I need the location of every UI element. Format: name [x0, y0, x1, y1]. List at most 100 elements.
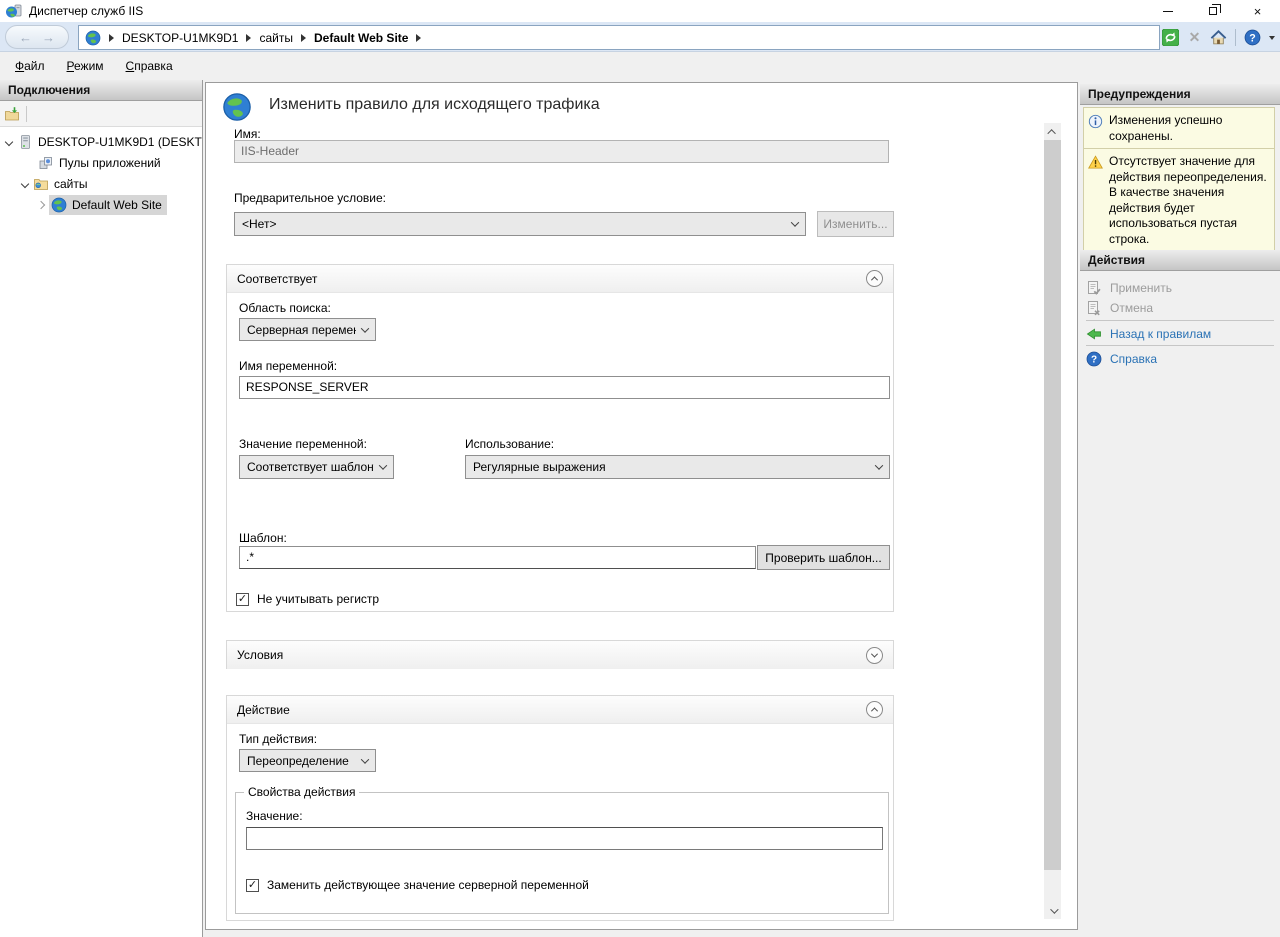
pattern-value: .* [246, 550, 254, 564]
back-to-rules-label: Назад к правилам [1110, 327, 1211, 341]
menu-file[interactable]: Файл [4, 59, 56, 73]
tree-item-label: Default Web Site [72, 198, 162, 212]
scroll-up-button[interactable] [1044, 123, 1061, 140]
info-icon [1088, 114, 1103, 129]
chevron-up-icon [1047, 129, 1055, 137]
back-button[interactable]: ← [19, 31, 32, 44]
forward-button[interactable]: → [42, 31, 55, 44]
action-value-label: Значение: [246, 809, 303, 823]
conditions-section: Условия [226, 640, 894, 669]
breadcrumb-separator-icon [301, 34, 306, 42]
scope-select[interactable]: Серверная переменн [239, 318, 376, 341]
iis-app-icon [5, 3, 23, 19]
chevron-down-icon [379, 461, 387, 469]
connections-tree: DESKTOP-U1MK9D1 (DESKTOP Пулы приложений… [0, 127, 202, 215]
cancel-action: Отмена [1086, 298, 1153, 318]
tree-item-sites[interactable]: сайты [0, 173, 202, 194]
breadcrumb-separator-icon [109, 34, 114, 42]
scroll-down-button[interactable] [1044, 902, 1061, 919]
breadcrumb-current-site[interactable]: Default Web Site [314, 31, 408, 45]
menu-bar: Файл Режим Справка [0, 52, 1280, 80]
breadcrumb-sites[interactable]: сайты [259, 31, 293, 45]
name-label: Имя: [234, 127, 261, 141]
toolbar-divider [1235, 29, 1236, 46]
restore-button[interactable] [1190, 0, 1235, 22]
apply-action: Применить [1086, 278, 1172, 298]
warning-icon [1088, 155, 1103, 170]
pattern-input[interactable]: .* [239, 546, 756, 569]
window-controls: × [1145, 0, 1280, 22]
apply-document-check-icon [1086, 280, 1102, 296]
back-to-rules-action[interactable]: Назад к правилам [1086, 324, 1211, 344]
variable-value-mode: Соответствует шаблону [247, 460, 374, 474]
action-properties-legend: Свойства действия [244, 785, 359, 799]
using-select[interactable]: Регулярные выражения [465, 455, 890, 479]
action-properties-group: Свойства действия Значение: ✓ Заменить д… [235, 792, 889, 914]
title-bar: Диспетчер служб IIS × [0, 0, 1280, 22]
breadcrumb-server[interactable]: DESKTOP-U1MK9D1 [122, 31, 238, 45]
action-section-title: Действие [237, 703, 290, 717]
action-type-label: Тип действия: [239, 732, 317, 746]
actions-divider [1086, 320, 1274, 321]
restore-icon [1209, 7, 1217, 15]
collapse-section-icon[interactable] [866, 701, 883, 718]
precondition-select[interactable]: <Нет> [234, 212, 806, 236]
cancel-label: Отмена [1110, 301, 1153, 315]
help-action[interactable]: ? Справка [1086, 349, 1157, 369]
window-title: Диспетчер служб IIS [29, 4, 143, 18]
back-arrow-icon [1086, 326, 1102, 342]
info-alert-text: Изменения успешно сохранены. [1109, 113, 1270, 144]
variable-name-input[interactable]: RESPONSE_SERVER [239, 376, 890, 399]
chevron-right-icon[interactable] [37, 200, 45, 208]
tree-item-server[interactable]: DESKTOP-U1MK9D1 (DESKTOP [0, 131, 202, 152]
warnings-header-label: Предупреждения [1088, 87, 1191, 101]
variable-value-label: Значение переменной: [239, 437, 367, 451]
action-type-select[interactable]: Переопределение [239, 749, 376, 772]
minimize-button[interactable] [1145, 0, 1190, 22]
info-alert: Изменения успешно сохранены. [1083, 107, 1275, 150]
variable-value-select[interactable]: Соответствует шаблону [239, 455, 394, 479]
vertical-scrollbar[interactable] [1044, 123, 1061, 919]
connections-header-label: Подключения [8, 83, 90, 97]
checkbox-checked-icon[interactable]: ✓ [246, 879, 259, 892]
match-section-header[interactable]: Соответствует [227, 265, 893, 293]
chevron-down-icon[interactable] [21, 179, 29, 187]
menu-view[interactable]: Режим [56, 59, 115, 73]
ignore-case-label: Не учитывать регистр [257, 592, 379, 606]
collapse-section-icon[interactable] [866, 270, 883, 287]
precondition-value: <Нет> [242, 217, 276, 231]
checkbox-checked-icon[interactable]: ✓ [236, 593, 249, 606]
tree-item-app-pools[interactable]: Пулы приложений [0, 152, 202, 173]
action-value-input[interactable] [246, 827, 883, 850]
chevron-down-icon [791, 218, 799, 226]
selected-tree-item[interactable]: Default Web Site [49, 195, 167, 215]
close-button[interactable]: × [1235, 0, 1280, 22]
test-pattern-label: Проверить шаблон... [765, 551, 881, 565]
pattern-label: Шаблон: [239, 531, 287, 545]
edit-precondition-label: Изменить... [823, 217, 887, 231]
breadcrumb[interactable]: DESKTOP-U1MK9D1 сайты Default Web Site [78, 25, 1160, 50]
ignore-case-checkbox[interactable]: ✓ Не учитывать регистр [236, 592, 379, 606]
help-label: Справка [1110, 352, 1157, 366]
save-connection-icon[interactable] [4, 106, 20, 122]
help-dropdown-caret-icon[interactable] [1269, 36, 1275, 40]
connections-panel: Подключения DESKTOP-U1MK9D1 (DESKTOP Пул… [0, 80, 203, 937]
scrollbar-thumb[interactable] [1044, 140, 1061, 870]
chevron-down-icon[interactable] [5, 137, 13, 145]
actions-header-label: Действия [1088, 253, 1145, 267]
test-pattern-button[interactable]: Проверить шаблон... [757, 545, 890, 570]
chevron-down-icon [1050, 905, 1058, 913]
action-section-header[interactable]: Действие [227, 696, 893, 724]
menu-help[interactable]: Справка [115, 59, 184, 73]
svg-text:?: ? [1249, 32, 1255, 44]
scope-label: Область поиска: [239, 301, 331, 315]
home-button[interactable] [1209, 28, 1228, 47]
conditions-section-header[interactable]: Условия [227, 641, 893, 669]
connections-toolbar [0, 101, 202, 127]
tree-item-default-web-site[interactable]: Default Web Site [0, 194, 202, 215]
help-button[interactable]: ? [1243, 28, 1262, 47]
svg-text:?: ? [1091, 355, 1097, 366]
refresh-button[interactable] [1161, 28, 1180, 47]
expand-section-icon[interactable] [866, 647, 883, 664]
replace-value-checkbox[interactable]: ✓ Заменить действующее значение серверно… [246, 878, 589, 892]
